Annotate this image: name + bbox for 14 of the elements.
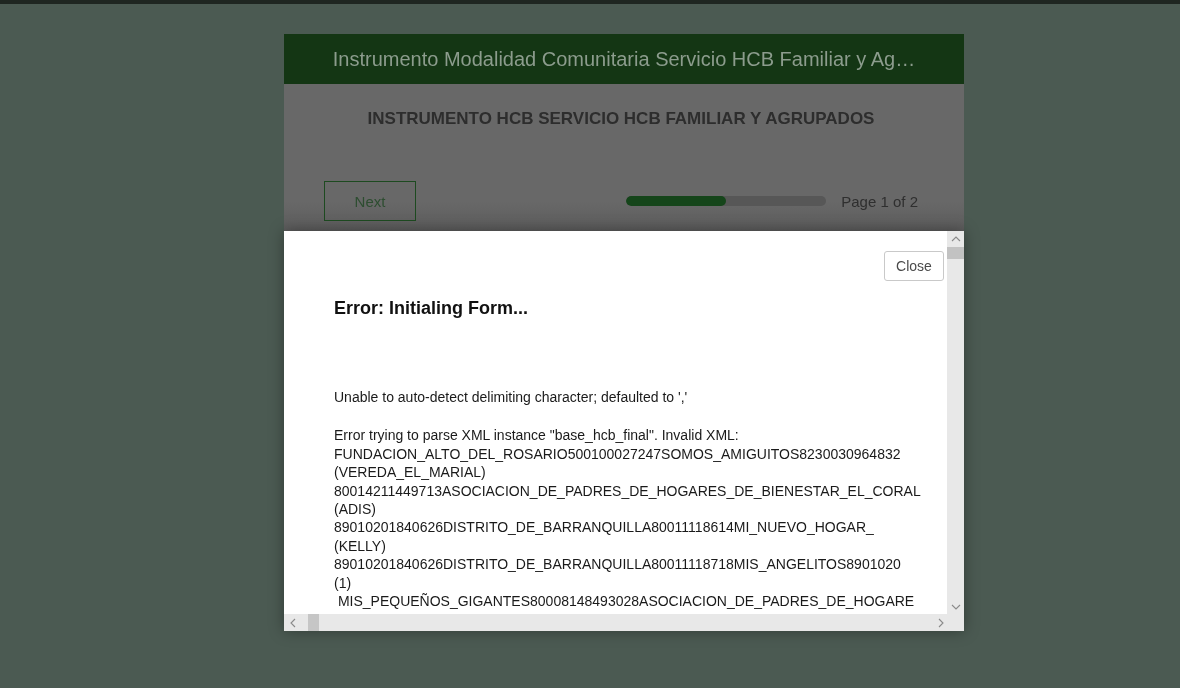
scroll-right-icon[interactable] xyxy=(938,617,944,628)
scroll-up-icon[interactable] xyxy=(950,236,961,242)
error-message: Unable to auto-detect delimiting character; defaulted to ',' xyxy=(334,388,689,407)
form-header-title: Instrumento Modalidad Comunitaria Servicio HCB Familiar y Ag… xyxy=(332,47,916,71)
scroll-left-icon[interactable] xyxy=(290,617,296,628)
scrollbar-thumb[interactable] xyxy=(308,614,319,631)
scrollbar-thumb[interactable] xyxy=(947,247,964,259)
form-title: INSTRUMENTO HCB SERVICIO HCB FAMILIAR Y AGRUPADOS xyxy=(366,108,876,129)
error-message: Error trying to parse XML instance "base_hcb_final". Invalid XML: FUNDACION_ALTO_DEL_ROSARIO500100027247SOMOS_AMIGUITOS8230030964832 (VEREDA_EL_MARIAL) 80014211449713ASOCIACION_DE_PADRES_DE_HOGARES_DE_BIENESTAR_EL_CORAL (ADIS) 89010201840626DISTRITO_DE_BARRANQUILLA80011118614MI_NUEVO_HOGAR_ (KELLY) 89010201840626DISTRITO_DE_BARRANQUILLA80011118718MIS_ANGELITOS8901020 (1) MIS_PEQUEÑOS_GIGANTES80008148493028ASOCIACION_DE_PADRES_DE_HOGARE xyxy=(334,426,922,611)
scroll-down-icon[interactable] xyxy=(950,604,961,610)
error-title: Error: Initialing Form... xyxy=(334,297,529,319)
horizontal-scrollbar[interactable] xyxy=(284,614,964,631)
vertical-scrollbar[interactable] xyxy=(947,231,964,614)
close-button[interactable]: Close xyxy=(884,251,944,281)
